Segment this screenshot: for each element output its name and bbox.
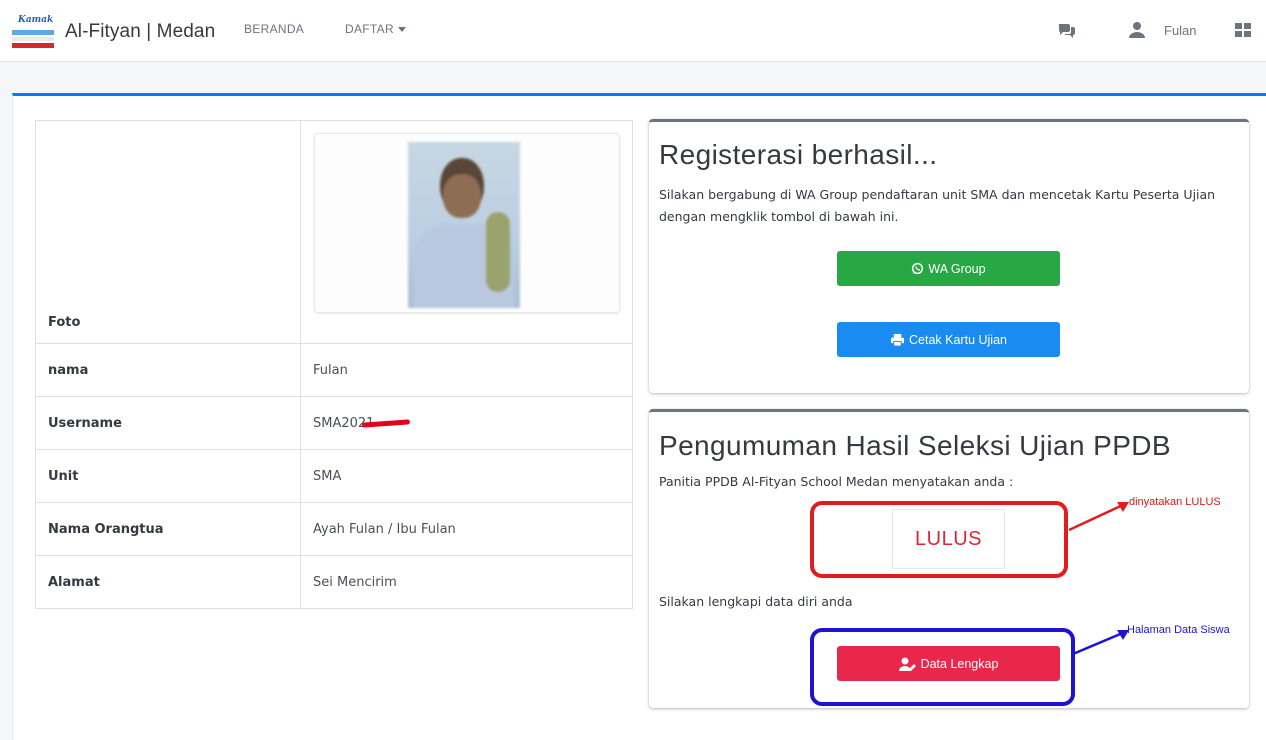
announcement-title: Pengumuman Hasil Seleksi Ujian PPDB	[659, 430, 1171, 461]
annotation-arrow-blue-icon	[1073, 630, 1129, 656]
user-edit-icon	[898, 657, 916, 671]
annotation-halaman-note: Halaman Data Siswa	[1127, 624, 1230, 636]
top-navbar: Kamak Al-Fityan | Medan BERANDA DAFTAR F…	[0, 0, 1266, 62]
nav-beranda[interactable]: BERANDA	[244, 22, 304, 36]
annotation-lulus-note: dinyatakan LULUS	[1129, 496, 1221, 508]
annotation-arrow-red-icon	[1069, 502, 1129, 532]
photo-frame	[314, 133, 620, 313]
row-label-username: Username	[35, 396, 301, 450]
annotation-red-outline	[810, 501, 1068, 578]
row-value-username: SMA2021	[300, 396, 633, 450]
school-logo: Kamak	[12, 15, 56, 49]
logo-text: Kamak	[18, 15, 54, 25]
user-name[interactable]: Fulan	[1164, 23, 1197, 38]
announcement-card: Pengumuman Hasil Seleksi Ujian PPDB Pani…	[649, 409, 1249, 708]
row-label-foto: Foto	[35, 120, 301, 344]
caret-down-icon	[397, 27, 406, 33]
row-label-unit: Unit	[35, 449, 301, 503]
registration-card: Registerasi berhasil... Silakan bergabun…	[649, 119, 1249, 393]
registration-title: Registerasi berhasil...	[659, 139, 938, 170]
comments-icon[interactable]	[1058, 21, 1076, 39]
row-value-nama: Fulan	[300, 343, 633, 397]
row-value-unit: SMA	[300, 449, 633, 503]
table-row: Unit SMA	[35, 449, 633, 503]
table-row: nama Fulan	[35, 343, 633, 397]
table-row: Nama Orangtua Ayah Fulan / Ibu Fulan	[35, 502, 633, 556]
announcement-instruction: Silakan lengkapi data diri anda	[659, 594, 853, 609]
data-lengkap-label: Data Lengkap	[920, 656, 999, 671]
row-label-alamat: Alamat	[35, 555, 301, 609]
row-value-orangtua: Ayah Fulan / Ibu Fulan	[300, 502, 633, 556]
table-row: Foto	[35, 120, 633, 344]
brand-link[interactable]: Kamak Al-Fityan | Medan	[12, 15, 215, 49]
cetak-kartu-button[interactable]: Cetak Kartu Ujian	[837, 322, 1060, 357]
row-value-foto	[300, 120, 633, 344]
grid-apps-icon[interactable]	[1234, 21, 1252, 39]
user-icon[interactable]	[1128, 21, 1146, 39]
row-label-nama: nama	[35, 343, 301, 397]
profile-table: Foto nama Fulan Username SMA2021 Unit SM…	[35, 120, 633, 609]
wa-group-button[interactable]: WA Group	[837, 251, 1060, 286]
data-lengkap-button[interactable]: Data Lengkap	[837, 646, 1060, 681]
row-label-orangtua: Nama Orangtua	[35, 502, 301, 556]
registration-description: Silakan bergabung di WA Group pendaftara…	[659, 187, 1216, 224]
announcement-statement: Panitia PPDB Al-Fityan School Medan meny…	[659, 474, 1014, 489]
table-row: Alamat Sei Mencirim	[35, 555, 633, 609]
nav-daftar-label: DAFTAR	[345, 22, 394, 36]
cetak-kartu-label: Cetak Kartu Ujian	[909, 332, 1007, 347]
print-icon	[890, 333, 905, 347]
table-row: Username SMA2021	[35, 396, 633, 450]
student-photo	[408, 142, 520, 308]
whatsapp-icon	[912, 262, 924, 275]
brand-name: Al-Fityan | Medan	[65, 21, 216, 42]
row-value-alamat: Sei Mencirim	[300, 555, 633, 609]
wa-group-label: WA Group	[928, 261, 986, 276]
nav-daftar-dropdown[interactable]: DAFTAR	[345, 22, 406, 36]
